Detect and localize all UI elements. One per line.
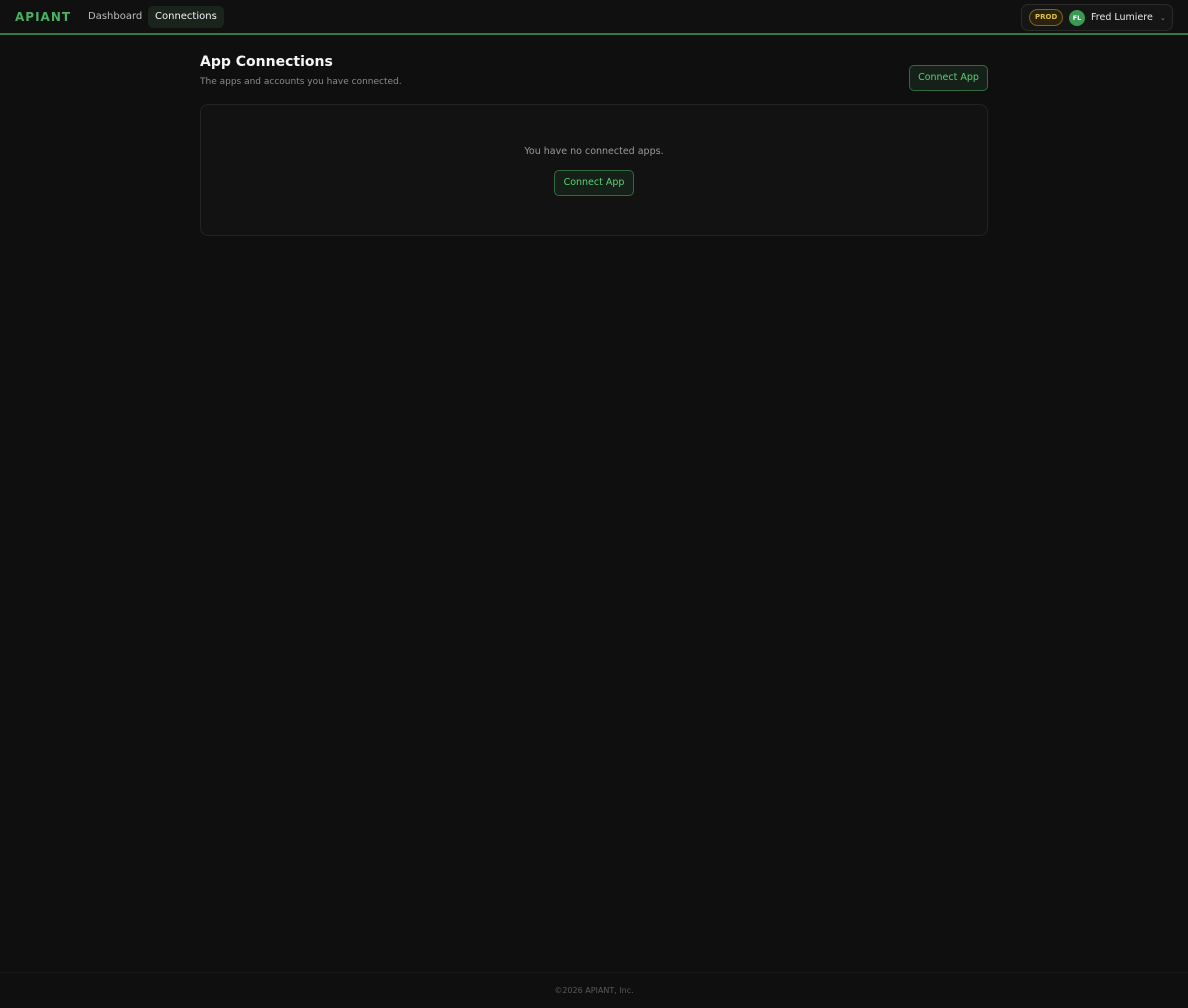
user-name: Fred Lumiere bbox=[1091, 12, 1153, 23]
nav-connections[interactable]: Connections bbox=[148, 6, 224, 28]
apiant-logo[interactable]: APIANT bbox=[15, 10, 71, 24]
user-menu[interactable]: PROD FL Fred Lumiere ⌄ bbox=[1021, 4, 1173, 31]
nav-dashboard[interactable]: Dashboard bbox=[81, 6, 149, 28]
avatar: FL bbox=[1069, 10, 1085, 26]
page-title: App Connections bbox=[200, 54, 333, 70]
top-navbar: APIANT Dashboard Connections PROD FL Fre… bbox=[0, 0, 1188, 35]
environment-badge: PROD bbox=[1029, 9, 1064, 26]
footer-divider bbox=[0, 972, 1188, 973]
connections-empty-card: You have no connected apps. Connect App bbox=[200, 104, 988, 236]
connect-app-button[interactable]: Connect App bbox=[909, 65, 988, 91]
page-subtitle: The apps and accounts you have connected… bbox=[200, 77, 402, 87]
footer-copyright: ©2026 APIANT, Inc. bbox=[554, 986, 634, 995]
chevron-down-icon: ⌄ bbox=[1160, 14, 1166, 22]
empty-state-message: You have no connected apps. bbox=[524, 146, 664, 157]
empty-state-connect-app-button[interactable]: Connect App bbox=[554, 170, 634, 196]
